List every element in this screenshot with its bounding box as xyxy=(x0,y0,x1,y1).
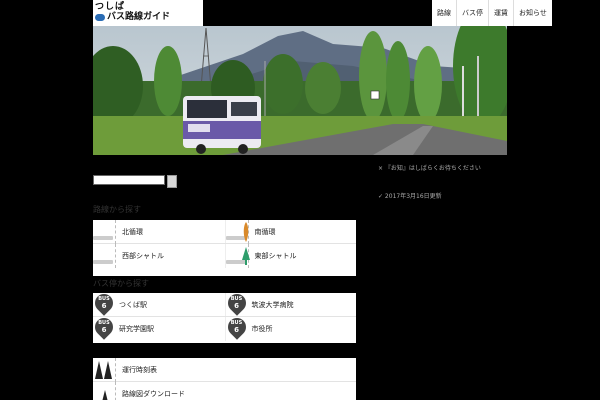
route-icon xyxy=(93,220,115,244)
nav-item-fares[interactable]: 運賃 xyxy=(488,0,513,26)
stop-item[interactable]: BUS 6 筑波大学病院 xyxy=(223,289,357,317)
stop-label: 市役所 xyxy=(251,325,273,333)
route-label: 北循環 xyxy=(122,227,143,236)
table-row: 運行時刻表 xyxy=(93,357,356,382)
route-item[interactable]: 南循環 xyxy=(224,219,357,244)
site-header: つしぱ バス路線ガイド 路線 バス停 運賃 お知らせ xyxy=(0,0,600,26)
pin-text: BUS 6 xyxy=(95,320,113,334)
info-panel: 運行時刻表 路線図ダウンロード xyxy=(93,357,356,400)
logo-line2-wrap: バス路線ガイド xyxy=(95,12,203,23)
route-icon xyxy=(225,244,250,268)
pin-text: BUS 6 xyxy=(95,296,113,310)
main-nav: 路線 バス停 運賃 お知らせ xyxy=(432,0,552,26)
logo-line2: バス路線ガイド xyxy=(107,12,171,22)
route-item[interactable]: 東部シャトル xyxy=(224,244,357,268)
cone-shape xyxy=(95,360,112,379)
bus-strip-icon xyxy=(93,260,113,264)
divider xyxy=(115,244,116,268)
pin-number: 6 xyxy=(234,301,239,310)
pin-text: BUS 6 xyxy=(228,296,246,310)
divider xyxy=(115,357,116,382)
bus-stop-pin-icon: BUS 6 xyxy=(223,314,250,341)
route-label: 南循環 xyxy=(254,227,276,236)
bus-stop-pin-icon: BUS 6 xyxy=(91,314,117,341)
stop-item[interactable]: BUS 6 つくば駅 xyxy=(91,289,225,317)
stop-label: つくば駅 xyxy=(119,300,147,309)
table-row: 西部シャトル 東部シャトル xyxy=(93,244,356,268)
route-icon xyxy=(93,244,115,268)
pin-badge: BUS xyxy=(230,295,243,302)
bus-icon xyxy=(95,14,105,21)
bus-strip-icon xyxy=(93,235,113,240)
pin-badge: BUS xyxy=(98,295,110,302)
route-icon xyxy=(225,220,248,244)
bus-stop-pin-icon: BUS 6 xyxy=(91,289,117,317)
notice-item[interactable]: × 『お知』はしばらくお待ちください xyxy=(378,163,578,175)
cone-icon xyxy=(93,358,115,382)
pin-number: 6 xyxy=(101,326,107,334)
route-item[interactable]: 西部シャトル xyxy=(93,244,225,268)
stop-item[interactable]: BUS 6 研究学園駅 xyxy=(91,314,225,341)
stop-item[interactable]: BUS 6 市役所 xyxy=(223,314,357,341)
page: つしぱ バス路線ガイド 路線 バス停 運賃 お知らせ × 『お知』はしばらくお待… xyxy=(0,0,600,400)
info-label: 運行時刻表 xyxy=(122,365,157,374)
hero-image xyxy=(93,26,507,155)
notice-item[interactable]: ✓ 2017年3月16日更新 xyxy=(378,191,578,203)
info-item[interactable]: 路線図ダウンロード xyxy=(93,382,356,400)
divider xyxy=(115,219,116,244)
nav-item-routes[interactable]: 路線 xyxy=(432,0,456,26)
section-title-routes: 路線から探す xyxy=(93,205,141,214)
hero-photo xyxy=(93,26,507,155)
table-row: BUS 6 つくば駅 BUS 6 筑波大学病院 xyxy=(91,289,357,317)
notices: × 『お知』はしばらくお待ちください ✓ 2017年3月16日更新 xyxy=(378,163,578,219)
nav-item-news[interactable]: お知らせ xyxy=(513,0,552,26)
info-item[interactable]: 運行時刻表 xyxy=(93,357,356,382)
divider xyxy=(115,382,116,400)
table-row: BUS 6 研究学園駅 BUS 6 市役所 xyxy=(91,314,357,341)
search-input[interactable] xyxy=(93,175,165,185)
tree-icon xyxy=(241,247,250,265)
pin-text: BUS 6 xyxy=(228,320,246,334)
stop-label: 研究学園駅 xyxy=(119,325,154,333)
route-item[interactable]: 北循環 xyxy=(93,219,225,244)
stop-label: 筑波大学病院 xyxy=(251,300,294,309)
cone-shape xyxy=(102,390,108,400)
table-row: 路線図ダウンロード xyxy=(93,382,356,400)
site-logo[interactable]: つしぱ バス路線ガイド xyxy=(93,0,203,26)
route-label: 東部シャトル xyxy=(254,252,297,260)
search-button[interactable] xyxy=(167,175,177,188)
orange-marker-icon xyxy=(243,221,248,242)
logo-line1: つしぱ xyxy=(95,2,126,12)
pin-number: 6 xyxy=(101,301,107,310)
table-row: 北循環 南循環 xyxy=(93,219,357,244)
info-label: 路線図ダウンロード xyxy=(122,390,185,398)
stops-panel: BUS 6 つくば駅 BUS 6 筑波大学病院 BUS 6 研究学園駅 BUS … xyxy=(91,289,357,343)
bus-stop-pin-icon: BUS 6 xyxy=(223,289,250,317)
pin-number: 6 xyxy=(234,326,239,334)
routes-panel: 北循環 南循環 西部シャトル 東部シャトル xyxy=(93,219,357,276)
cone-icon xyxy=(93,382,115,400)
route-label: 西部シャトル xyxy=(122,252,164,260)
section-title-stops: バス停から探す xyxy=(93,279,149,288)
search-box xyxy=(93,175,177,188)
nav-item-stops[interactable]: バス停 xyxy=(456,0,488,26)
